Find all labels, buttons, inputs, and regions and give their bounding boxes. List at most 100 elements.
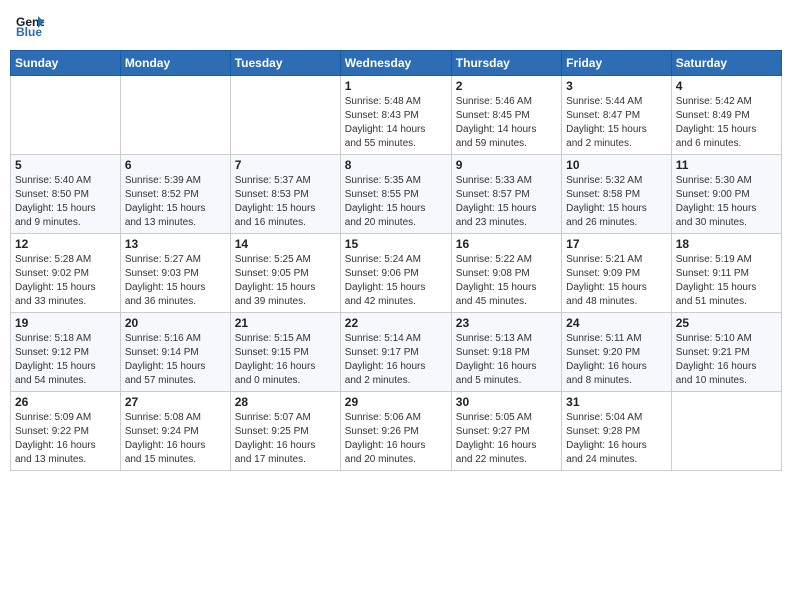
day-info: Sunrise: 5:15 AM Sunset: 9:15 PM Dayligh…	[235, 332, 336, 388]
day-number: 3	[566, 79, 667, 93]
calendar-day-cell: 16Sunrise: 5:22 AM Sunset: 9:08 PM Dayli…	[451, 234, 561, 313]
day-number: 31	[566, 395, 667, 409]
calendar-day-cell: 24 Sunrise: 5:11 AM Sunset: 9:20 PM Dayli…	[562, 313, 672, 392]
weekday-header: Friday	[562, 51, 672, 76]
calendar-day-cell: 3 Sunrise: 5:44 AM Sunset: 8:47 PM Daylig…	[562, 76, 672, 155]
day-info: Sunrise: 5:16 AM Sunset: 9:14 PM Dayligh…	[125, 332, 226, 388]
calendar-day-cell: 2 Sunrise: 5:46 AM Sunset: 8:45 PM Daylig…	[451, 76, 561, 155]
day-number: 13	[125, 237, 226, 251]
calendar-day-cell: 26 Sunrise: 5:09 AM Sunset: 9:22 PM Dayli…	[11, 392, 121, 471]
calendar-week-row: 1 Sunrise: 5:48 AM Sunset: 8:43 PM Daylig…	[11, 76, 782, 155]
calendar-week-row: 12 Sunrise: 5:28 AM Sunset: 9:02 PM Dayli…	[11, 234, 782, 313]
day-info: Sunrise: 5:42 AM Sunset: 8:49 PM Dayligh…	[676, 95, 777, 151]
calendar-day-cell	[230, 76, 340, 155]
day-info: Sunrise: 5:04 AM Sunset: 9:28 PM Dayligh…	[566, 411, 667, 467]
day-info: Sunrise: 5:10 AM Sunset: 9:21 PM Dayligh…	[676, 332, 777, 388]
calendar-day-cell: 4 Sunrise: 5:42 AM Sunset: 8:49 PM Daylig…	[671, 76, 781, 155]
day-info: Sunrise: 5:27 AM Sunset: 9:03 PM Dayligh…	[125, 253, 226, 309]
day-number: 21	[235, 316, 336, 330]
day-info: Sunrise: 5:33 AM Sunset: 8:57 PM Dayligh…	[456, 174, 557, 230]
calendar-day-cell: 8Sunrise: 5:35 AM Sunset: 8:55 PM Daylig…	[340, 155, 451, 234]
calendar-day-cell: 11 Sunrise: 5:30 AM Sunset: 9:00 PM Dayli…	[671, 155, 781, 234]
day-number: 30	[456, 395, 557, 409]
calendar-day-cell: 9Sunrise: 5:33 AM Sunset: 8:57 PM Daylig…	[451, 155, 561, 234]
weekday-header: Tuesday	[230, 51, 340, 76]
day-number: 22	[345, 316, 447, 330]
day-number: 10	[566, 158, 667, 172]
day-number: 12	[15, 237, 116, 251]
day-info: Sunrise: 5:39 AM Sunset: 8:52 PM Dayligh…	[125, 174, 226, 230]
day-info: Sunrise: 5:30 AM Sunset: 9:00 PM Dayligh…	[676, 174, 777, 230]
calendar-table: SundayMondayTuesdayWednesdayThursdayFrid…	[10, 50, 782, 471]
day-info: Sunrise: 5:46 AM Sunset: 8:45 PM Dayligh…	[456, 95, 557, 151]
day-number: 24	[566, 316, 667, 330]
day-info: Sunrise: 5:21 AM Sunset: 9:09 PM Dayligh…	[566, 253, 667, 309]
calendar-day-cell: 25 Sunrise: 5:10 AM Sunset: 9:21 PM Dayli…	[671, 313, 781, 392]
calendar-day-cell: 19 Sunrise: 5:18 AM Sunset: 9:12 PM Dayli…	[11, 313, 121, 392]
calendar-day-cell: 20 Sunrise: 5:16 AM Sunset: 9:14 PM Dayli…	[120, 313, 230, 392]
calendar-day-cell: 21 Sunrise: 5:15 AM Sunset: 9:15 PM Dayli…	[230, 313, 340, 392]
calendar-day-cell: 1 Sunrise: 5:48 AM Sunset: 8:43 PM Daylig…	[340, 76, 451, 155]
calendar-day-cell: 27 Sunrise: 5:08 AM Sunset: 9:24 PM Dayli…	[120, 392, 230, 471]
day-info: Sunrise: 5:05 AM Sunset: 9:27 PM Dayligh…	[456, 411, 557, 467]
calendar-day-cell	[671, 392, 781, 471]
calendar-day-cell: 22 Sunrise: 5:14 AM Sunset: 9:17 PM Dayli…	[340, 313, 451, 392]
calendar-day-cell: 29 Sunrise: 5:06 AM Sunset: 9:26 PM Dayli…	[340, 392, 451, 471]
weekday-header: Saturday	[671, 51, 781, 76]
day-number: 2	[456, 79, 557, 93]
day-number: 25	[676, 316, 777, 330]
day-number: 15	[345, 237, 447, 251]
day-number: 27	[125, 395, 226, 409]
day-number: 11	[676, 158, 777, 172]
day-info: Sunrise: 5:08 AM Sunset: 9:24 PM Dayligh…	[125, 411, 226, 467]
calendar-day-cell	[11, 76, 121, 155]
calendar-day-cell: 15 Sunrise: 5:24 AM Sunset: 9:06 PM Dayli…	[340, 234, 451, 313]
day-info: Sunrise: 5:14 AM Sunset: 9:17 PM Dayligh…	[345, 332, 447, 388]
day-info: Sunrise: 5:48 AM Sunset: 8:43 PM Dayligh…	[345, 95, 447, 151]
calendar-day-cell: 10Sunrise: 5:32 AM Sunset: 8:58 PM Dayli…	[562, 155, 672, 234]
calendar-week-row: 19 Sunrise: 5:18 AM Sunset: 9:12 PM Dayli…	[11, 313, 782, 392]
calendar-day-cell	[120, 76, 230, 155]
day-info: Sunrise: 5:37 AM Sunset: 8:53 PM Dayligh…	[235, 174, 336, 230]
calendar-week-row: 5 Sunrise: 5:40 AM Sunset: 8:50 PM Daylig…	[11, 155, 782, 234]
day-number: 28	[235, 395, 336, 409]
day-number: 5	[15, 158, 116, 172]
calendar-day-cell: 6 Sunrise: 5:39 AM Sunset: 8:52 PM Daylig…	[120, 155, 230, 234]
weekday-header: Monday	[120, 51, 230, 76]
day-number: 23	[456, 316, 557, 330]
calendar-day-cell: 30 Sunrise: 5:05 AM Sunset: 9:27 PM Dayli…	[451, 392, 561, 471]
logo: General Blue	[16, 14, 48, 38]
calendar-day-cell: 14 Sunrise: 5:25 AM Sunset: 9:05 PM Dayli…	[230, 234, 340, 313]
logo-icon: General Blue	[16, 14, 44, 38]
day-info: Sunrise: 5:07 AM Sunset: 9:25 PM Dayligh…	[235, 411, 336, 467]
day-info: Sunrise: 5:06 AM Sunset: 9:26 PM Dayligh…	[345, 411, 447, 467]
day-number: 29	[345, 395, 447, 409]
page-header: General Blue	[10, 10, 782, 42]
day-number: 4	[676, 79, 777, 93]
calendar-day-cell: 12 Sunrise: 5:28 AM Sunset: 9:02 PM Dayli…	[11, 234, 121, 313]
day-info: Sunrise: 5:28 AM Sunset: 9:02 PM Dayligh…	[15, 253, 116, 309]
day-info: Sunrise: 5:25 AM Sunset: 9:05 PM Dayligh…	[235, 253, 336, 309]
day-info: Sunrise: 5:18 AM Sunset: 9:12 PM Dayligh…	[15, 332, 116, 388]
calendar-day-cell: 18Sunrise: 5:19 AM Sunset: 9:11 PM Dayli…	[671, 234, 781, 313]
day-info: Sunrise: 5:09 AM Sunset: 9:22 PM Dayligh…	[15, 411, 116, 467]
day-info: Sunrise: 5:11 AM Sunset: 9:20 PM Dayligh…	[566, 332, 667, 388]
day-number: 26	[15, 395, 116, 409]
day-number: 1	[345, 79, 447, 93]
day-number: 19	[15, 316, 116, 330]
calendar-day-cell: 23 Sunrise: 5:13 AM Sunset: 9:18 PM Dayli…	[451, 313, 561, 392]
day-number: 20	[125, 316, 226, 330]
day-info: Sunrise: 5:24 AM Sunset: 9:06 PM Dayligh…	[345, 253, 447, 309]
calendar-day-cell: 5 Sunrise: 5:40 AM Sunset: 8:50 PM Daylig…	[11, 155, 121, 234]
calendar-day-cell: 17 Sunrise: 5:21 AM Sunset: 9:09 PM Dayli…	[562, 234, 672, 313]
day-number: 6	[125, 158, 226, 172]
day-info: Sunrise: 5:40 AM Sunset: 8:50 PM Dayligh…	[15, 174, 116, 230]
calendar-day-cell: 28 Sunrise: 5:07 AM Sunset: 9:25 PM Dayli…	[230, 392, 340, 471]
day-info: Sunrise: 5:13 AM Sunset: 9:18 PM Dayligh…	[456, 332, 557, 388]
day-number: 17	[566, 237, 667, 251]
weekday-header: Thursday	[451, 51, 561, 76]
day-number: 14	[235, 237, 336, 251]
day-info: Sunrise: 5:44 AM Sunset: 8:47 PM Dayligh…	[566, 95, 667, 151]
day-number: 8	[345, 158, 447, 172]
day-number: 7	[235, 158, 336, 172]
